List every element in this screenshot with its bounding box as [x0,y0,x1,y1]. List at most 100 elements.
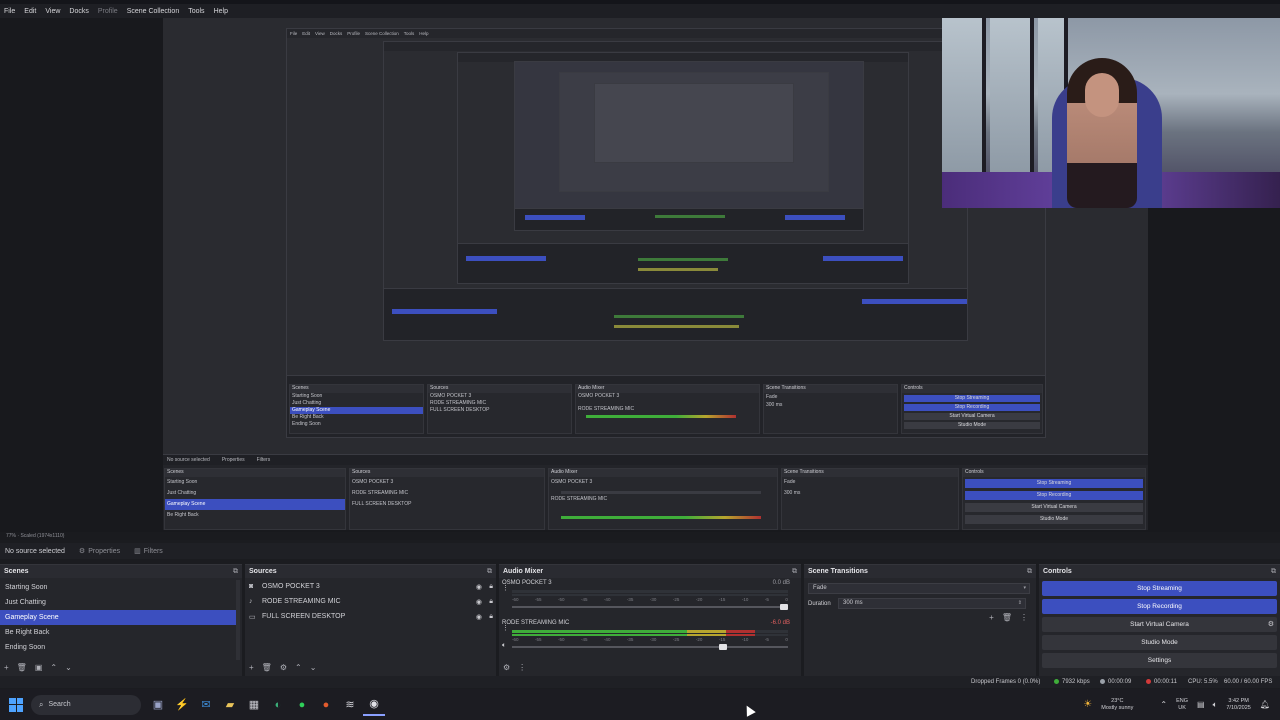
inner-properties: Properties [221,457,245,463]
dock-float-icon[interactable]: ⧉ [487,568,492,576]
settings-button[interactable]: Settings [1042,653,1277,668]
stop-recording-button[interactable]: Stop Recording [1042,599,1277,614]
windows-start-icon[interactable] [9,697,23,712]
filters-label: Filters [143,547,163,555]
volume-slider[interactable] [512,644,788,650]
source-item-osmo-pocket[interactable]: ◙ OSMO POCKET 3 ◉ 🔒︎ [245,579,496,594]
move-up-icon[interactable]: ⌃ [50,663,57,672]
source-properties-icon[interactable]: ⚙ [280,663,287,672]
spin-arrows-icon[interactable]: ⇕ [1018,599,1022,608]
edge-browser-icon[interactable]: ◐ [267,694,289,716]
task-view-icon[interactable]: ▣ [147,694,169,716]
scenes-scrollbar[interactable] [236,580,240,660]
meter-tick-label: -25 [672,597,680,602]
lock-icon[interactable]: 🔒︎ [489,583,493,591]
properties-button[interactable]: ⚙ Properties [79,547,120,556]
menu-help[interactable]: Help [214,8,228,15]
menu-file[interactable]: File [4,8,15,15]
move-down-icon[interactable]: ⌄ [65,663,72,672]
transition-select[interactable]: Fade ▾ [808,583,1030,594]
move-down-icon[interactable]: ⌄ [310,663,317,672]
scene-filters-icon[interactable]: ▣ [35,663,43,672]
dock-float-icon[interactable]: ⧉ [233,568,238,576]
file-explorer-icon[interactable]: ▰ [219,694,241,716]
menu-view[interactable]: View [45,8,60,15]
dock-float-icon[interactable]: ⧉ [1027,568,1032,576]
preview-zoom-text[interactable]: 77% · Scaled (1974x1110) [6,532,64,540]
add-scene-icon[interactable]: + [4,663,9,672]
remove-scene-icon[interactable]: 🗑 [17,663,27,672]
lock-icon[interactable]: 🔒︎ [489,613,493,621]
gear-icon[interactable]: ⚙ [1268,617,1274,632]
menu-docks[interactable]: Docks [69,8,88,15]
remove-source-icon[interactable]: 🗑 [262,663,272,672]
nested-panel-title: Scene Transitions [764,385,897,393]
dock-float-icon[interactable]: ⧉ [1271,568,1276,576]
channel-menu-icon[interactable]: ⋮ [502,624,509,632]
outlook-icon[interactable]: ✉ [195,694,217,716]
scene-item-gameplay-scene[interactable]: Gameplay Scene [0,610,236,625]
preview-area[interactable]: File Edit View Docks Profile Scene Colle… [0,18,1280,532]
scene-item-be-right-back[interactable]: Be Right Back [0,625,236,640]
no-source-label: No source selected [5,547,65,555]
weather-widget[interactable]: 23°C Mostly sunny [1101,698,1133,712]
lock-icon[interactable]: 🔒︎ [489,598,493,606]
transition-type-row: Fade ▾ [804,581,1036,596]
source-item-full-screen-desktop[interactable]: ▭ FULL SCREEN DESKTOP ◉ 🔒︎ [245,609,496,624]
clock[interactable]: 3:42 PM 7/10/2025 [1226,698,1250,712]
scene-item-starting-soon[interactable]: Starting Soon [0,580,236,595]
taskbar-search-box[interactable]: ⌕ Search [31,694,141,715]
visibility-eye-icon[interactable]: ◉ [476,583,482,591]
menu-edit[interactable]: Edit [24,8,36,15]
app-icon[interactable]: ≋ [339,694,361,716]
meter-tick-label: -60 [512,637,519,642]
obs-studio-icon[interactable]: ◉ [363,694,385,716]
start-virtual-camera-button[interactable]: Start Virtual Camera ⚙ [1042,617,1277,632]
filters-button[interactable]: ▥ Filters [134,547,163,556]
menu-profile[interactable]: Profile [98,8,118,15]
move-up-icon[interactable]: ⌃ [295,663,302,672]
visibility-eye-icon[interactable]: ◉ [476,613,482,621]
menu-scene-collection[interactable]: Scene Collection [127,8,180,15]
menu-tools[interactable]: Tools [188,8,204,15]
volume-slider-knob[interactable] [780,604,788,610]
scene-item-ending-soon[interactable]: Ending Soon [0,640,236,655]
meter-tick-label: -50 [557,597,565,602]
nested-panel-title: Sources [428,385,571,393]
studio-mode-button[interactable]: Studio Mode [1042,635,1277,650]
firefox-icon[interactable]: ● [315,694,337,716]
mixer-settings-icon[interactable]: ⚙ [503,663,510,672]
mixer-menu-icon[interactable]: ⋮ [518,663,526,672]
meter-tick-label: -45 [580,637,588,642]
sources-toolbar: + 🗑 ⚙ ⌃ ⌄ [245,661,324,673]
nested-frame-3 [457,52,909,284]
notification-bell-icon[interactable]: 🔔︎ [1260,700,1270,709]
calculator-icon[interactable]: ▦ [243,694,265,716]
volume-slider-knob[interactable] [719,644,728,650]
scenes-dock-header: Scenes ⧉ [0,565,242,578]
spotify-icon[interactable]: ● [291,694,313,716]
visibility-eye-icon[interactable]: ◉ [476,598,482,606]
inner-source-item: FULL SCREEN DESKTOP [352,501,412,507]
volume-slider[interactable] [512,604,788,610]
widgets-icon[interactable]: ⚡ [171,694,193,716]
network-icon[interactable]: ▤ [1197,700,1205,709]
remove-transition-icon[interactable]: 🗑 [1002,613,1012,622]
add-source-icon[interactable]: + [249,663,254,672]
source-item-rode-mic[interactable]: ♪ RODE STREAMING MIC ◉ 🔒︎ [245,594,496,609]
transition-menu-icon[interactable]: ⋮ [1020,613,1028,622]
channel-menu-icon[interactable]: ⋮ [502,584,509,592]
language-indicator[interactable]: ENG UK [1176,698,1188,712]
nested-source-item: FULL SCREEN DESKTOP [430,407,490,413]
nested-dock-3 [458,243,908,283]
duration-spinbox[interactable]: 300 ms ⇕ [838,598,1026,609]
stop-streaming-button[interactable]: Stop Streaming [1042,581,1277,596]
chevron-up-icon[interactable]: ⌃ [1160,700,1167,709]
volume-icon[interactable]: 🔈︎ [1213,700,1218,710]
nested-dock-4 [515,208,863,230]
weather-sun-icon[interactable]: ☀ [1083,699,1092,710]
scene-item-just-chatting[interactable]: Just Chatting [0,595,236,610]
speaker-icon[interactable]: 🔈︎ [502,642,506,650]
add-transition-icon[interactable]: + [989,613,994,622]
dock-float-icon[interactable]: ⧉ [792,568,797,576]
